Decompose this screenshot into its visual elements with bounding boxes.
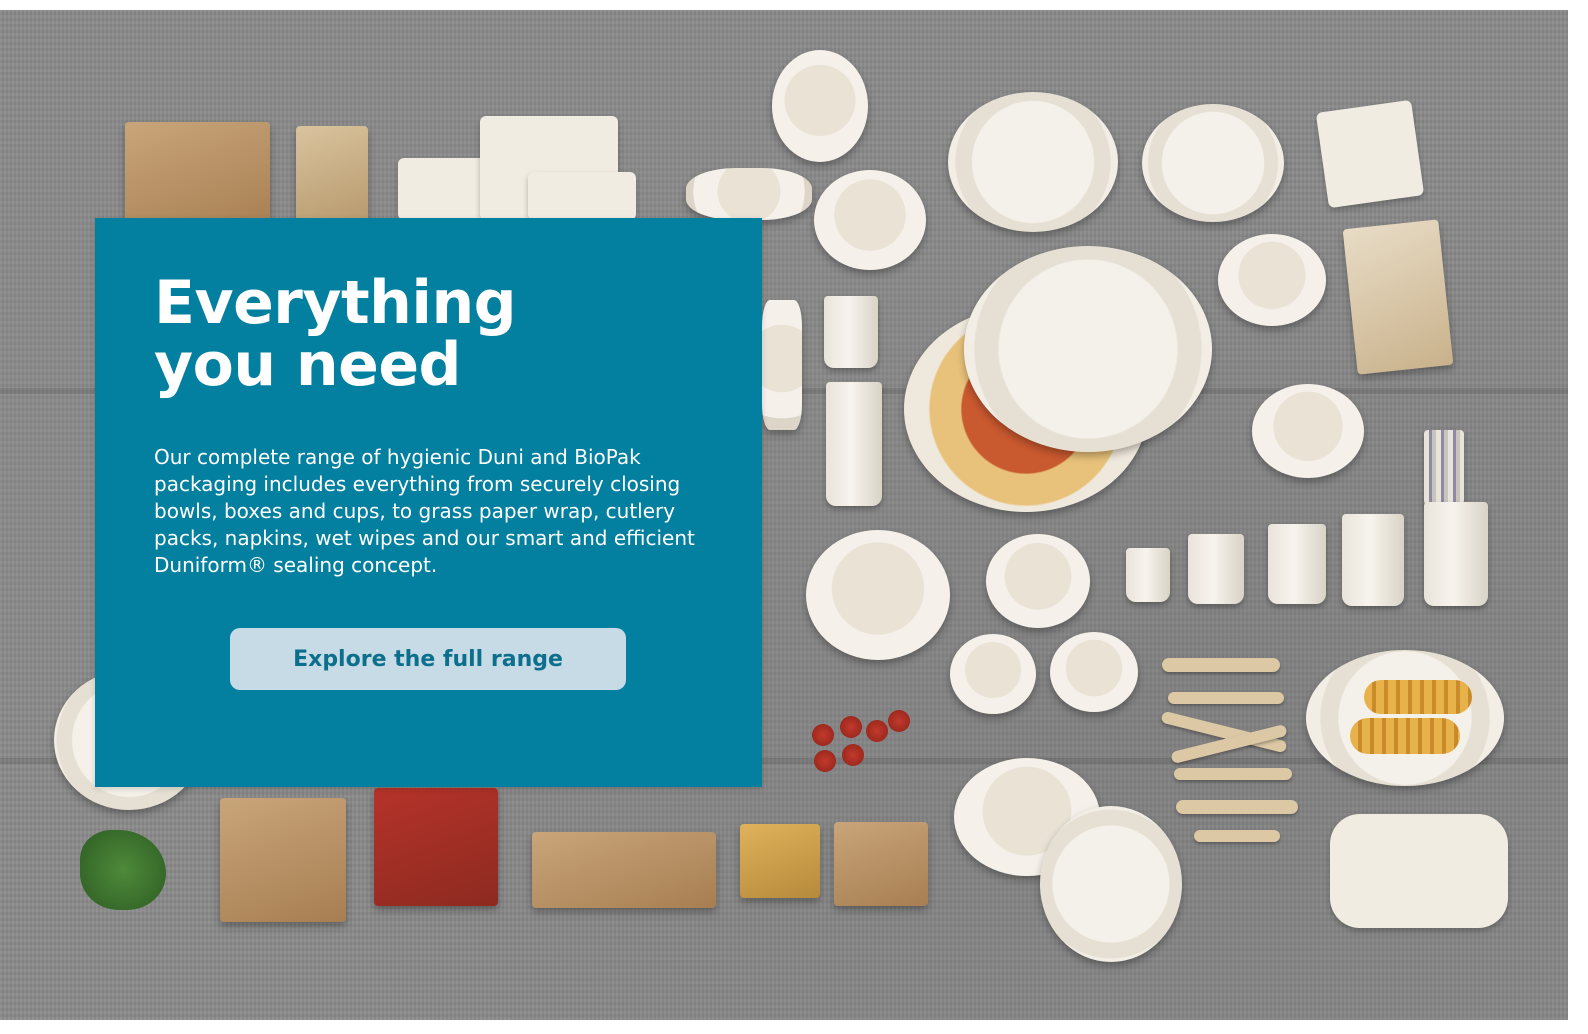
herb-leaves: [80, 830, 166, 910]
wooden-fork: [1174, 768, 1292, 780]
clamshell-box: [686, 168, 812, 220]
cherry-tomato: [842, 744, 864, 766]
hero-card: Everything you need Our complete range o…: [95, 218, 762, 787]
small-bowl: [1218, 234, 1326, 326]
cherry-tomato: [814, 750, 836, 772]
grass-paper-bag: [296, 126, 368, 221]
bowl-lid: [1040, 806, 1182, 962]
snack-bowl: [1050, 632, 1138, 712]
cherry-tomato: [866, 720, 888, 742]
paper-cup: [1268, 524, 1326, 604]
explore-range-button[interactable]: Explore the full range: [230, 628, 626, 690]
cherry-tomato: [840, 716, 862, 738]
wooden-fork: [1168, 692, 1284, 704]
large-bowl: [806, 530, 950, 660]
wooden-spoon: [1162, 658, 1280, 672]
hero-description: Our complete range of hygienic Duni and …: [154, 445, 695, 577]
kraft-tray-salami: [374, 788, 498, 906]
medium-bowl: [986, 534, 1090, 628]
hero-title: Everything you need: [154, 268, 517, 400]
pizza-lid: [964, 246, 1212, 452]
dessert-bowl: [1252, 384, 1364, 478]
corn-cob: [1350, 718, 1460, 754]
kraft-cup: [834, 822, 928, 906]
cookie-tray: [1342, 219, 1454, 375]
paper-cup: [1126, 548, 1170, 602]
paper-cup: [1342, 514, 1404, 606]
divided-plate: [948, 92, 1118, 232]
side-box: [762, 300, 802, 430]
paper-cup: [1424, 502, 1488, 606]
square-plate: [528, 172, 636, 220]
snack-bowl: [950, 634, 1036, 714]
cherry-tomato: [812, 724, 834, 746]
divided-plate-empty: [1142, 104, 1284, 222]
oval-tray: [1330, 814, 1508, 928]
cherry-tomato: [888, 710, 910, 732]
croissant-wrap: [125, 122, 270, 232]
food-tray: [1315, 99, 1425, 209]
salad-bowl: [814, 170, 926, 270]
wooden-spoon: [1176, 800, 1298, 814]
stacked-cups: [826, 382, 882, 506]
kraft-box: [220, 798, 346, 922]
paper-cup: [1188, 534, 1244, 604]
hero-banner: Everything you need Our complete range o…: [0, 10, 1568, 1020]
wooden-spoon: [1194, 830, 1280, 842]
paper-straws: [1424, 430, 1464, 510]
kraft-tray-fries: [740, 824, 820, 898]
corn-cob: [1364, 680, 1472, 714]
lidded-bowl: [772, 50, 868, 162]
paper-cup: [824, 296, 878, 368]
kraft-box-long: [532, 832, 716, 908]
